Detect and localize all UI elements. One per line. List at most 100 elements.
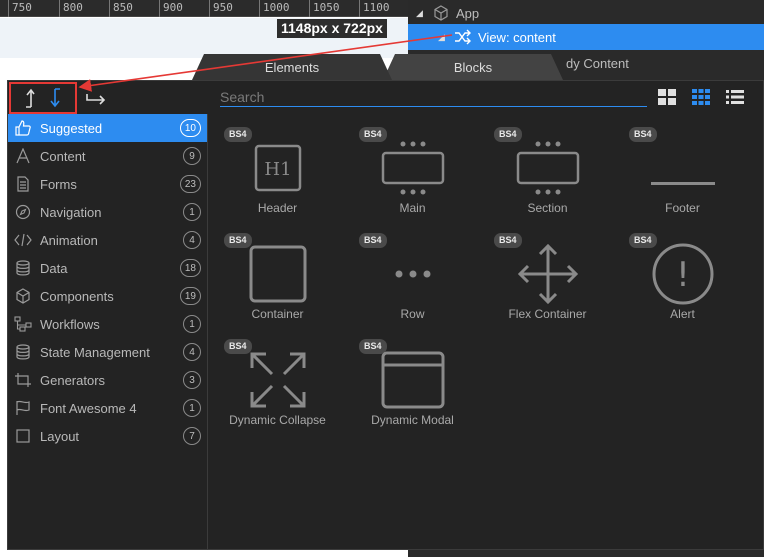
category-label: State Management xyxy=(40,344,150,360)
ruler: 750 800 850 900 950 1000 1050 1100 xyxy=(0,0,410,17)
caret-down-icon[interactable]: ◢ xyxy=(438,32,448,42)
tree-item-app[interactable]: ◢ App xyxy=(408,0,764,26)
category-label: Animation xyxy=(40,232,98,248)
category-animation[interactable]: Animation 4 xyxy=(8,226,207,254)
category-label: Font Awesome 4 xyxy=(40,400,137,416)
category-label: Forms xyxy=(40,176,77,192)
element-tile-dynamic-collapse[interactable]: BS4 Dynamic Collapse xyxy=(210,326,345,432)
tree-item-view-content[interactable]: ◢ View: content xyxy=(408,24,764,50)
category-count-badge: 4 xyxy=(183,231,201,249)
ruler-tick: 750 xyxy=(8,0,32,17)
tab-blocks[interactable]: Blocks xyxy=(383,54,563,80)
tree-item-label: dy Content xyxy=(566,55,629,71)
database-icon xyxy=(14,343,32,361)
cube-icon xyxy=(14,287,32,305)
element-tile-header[interactable]: BS4 H1 Header xyxy=(210,114,345,220)
tab-label: Elements xyxy=(264,59,320,75)
ruler-tick: 1050 xyxy=(309,0,340,17)
tab-label: Blocks xyxy=(453,59,493,75)
category-workflows[interactable]: Workflows 1 xyxy=(8,310,207,338)
category-content[interactable]: Content 9 xyxy=(8,142,207,170)
section-box-icon xyxy=(513,136,583,200)
h1-glyph: H1 xyxy=(264,159,291,180)
category-forms[interactable]: Forms 23 xyxy=(8,170,207,198)
thumbs-up-icon xyxy=(14,119,32,137)
category-count-badge: 1 xyxy=(183,399,201,417)
insert-after-button[interactable] xyxy=(84,86,108,110)
flag-icon xyxy=(14,399,32,417)
font-a-icon xyxy=(14,147,32,165)
list-view-button[interactable] xyxy=(724,86,746,108)
category-sidebar: Suggested 10 Content 9 Forms 23 Navigati… xyxy=(8,114,208,550)
element-label: Section xyxy=(527,201,568,215)
category-label: Data xyxy=(40,260,68,276)
category-components[interactable]: Components 19 xyxy=(8,282,207,310)
category-count-badge: 3 xyxy=(183,371,201,389)
category-state-management[interactable]: State Management 4 xyxy=(8,338,207,366)
shuffle-icon xyxy=(454,28,472,46)
element-tile-dynamic-modal[interactable]: BS4 Dynamic Modal xyxy=(345,326,480,432)
category-font-awesome-4[interactable]: Font Awesome 4 1 xyxy=(8,394,207,422)
category-label: Content xyxy=(40,148,86,164)
element-label: Flex Container xyxy=(508,307,587,321)
tab-elements[interactable]: Elements xyxy=(192,54,392,80)
category-count-badge: 18 xyxy=(179,259,201,277)
search-input[interactable] xyxy=(220,87,647,107)
element-label: Main xyxy=(399,201,426,215)
category-count-badge: 23 xyxy=(179,175,201,193)
category-count-badge: 7 xyxy=(183,427,201,445)
main-box-icon xyxy=(378,136,448,200)
element-tile-container[interactable]: BS4 Container xyxy=(210,220,345,326)
crop-icon xyxy=(14,371,32,389)
ruler-tick: 800 xyxy=(59,0,83,17)
code-icon xyxy=(14,231,32,249)
element-label: Dynamic Collapse xyxy=(229,413,326,427)
ruler-tick: 850 xyxy=(109,0,133,17)
row-dots-icon xyxy=(378,242,448,306)
category-suggested[interactable]: Suggested 10 xyxy=(8,114,207,142)
element-tile-row[interactable]: BS4 Row xyxy=(345,220,480,326)
element-tile-main[interactable]: BS4 Main xyxy=(345,114,480,220)
category-layout[interactable]: Layout 7 xyxy=(8,422,207,450)
elements-panel: Suggested 10 Content 9 Forms 23 Navigati… xyxy=(7,80,764,550)
tree-item-label: View: content xyxy=(478,29,556,45)
container-square-icon xyxy=(243,242,313,306)
element-label: Container xyxy=(251,307,304,321)
alert-circle-icon: ! xyxy=(648,242,718,306)
caret-down-icon[interactable]: ◢ xyxy=(416,8,426,18)
element-label: Dynamic Modal xyxy=(371,413,454,427)
element-tile-flex-container[interactable]: BS4 Flex Container xyxy=(480,220,615,326)
h1-icon: H1 xyxy=(243,136,313,200)
database-icon xyxy=(14,259,32,277)
element-tile-alert[interactable]: BS4 ! Alert xyxy=(615,220,750,326)
alert-glyph: ! xyxy=(676,255,690,295)
category-label: Layout xyxy=(40,428,80,444)
compass-icon xyxy=(14,203,32,221)
large-grid-view-button[interactable] xyxy=(656,86,678,108)
category-count-badge: 10 xyxy=(179,119,201,137)
element-label: Header xyxy=(257,201,298,215)
element-label: Footer xyxy=(665,201,700,215)
direction-toggle-group xyxy=(9,82,77,114)
move-arrows-icon xyxy=(513,242,583,306)
footer-line-icon xyxy=(648,136,718,200)
category-count-badge: 9 xyxy=(183,147,201,165)
category-count-badge: 1 xyxy=(183,315,201,333)
category-count-badge: 4 xyxy=(183,343,201,361)
category-navigation[interactable]: Navigation 1 xyxy=(8,198,207,226)
canvas-size-badge: 1148px x 722px xyxy=(277,19,387,38)
tree-item-label: App xyxy=(456,5,480,21)
insert-above-button[interactable] xyxy=(19,86,39,110)
category-label: Workflows xyxy=(40,316,100,332)
category-generators[interactable]: Generators 3 xyxy=(8,366,207,394)
category-data[interactable]: Data 18 xyxy=(8,254,207,282)
element-tile-footer[interactable]: BS4 Footer xyxy=(615,114,750,220)
category-label: Suggested xyxy=(40,120,103,136)
element-tile-section[interactable]: BS4 Section xyxy=(480,114,615,220)
insert-inside-button[interactable] xyxy=(47,86,67,110)
small-grid-view-button[interactable] xyxy=(690,86,712,108)
tree-panel-bottom xyxy=(408,550,764,557)
element-label: Row xyxy=(400,307,425,321)
category-label: Navigation xyxy=(40,204,102,220)
cube-icon xyxy=(432,4,450,22)
